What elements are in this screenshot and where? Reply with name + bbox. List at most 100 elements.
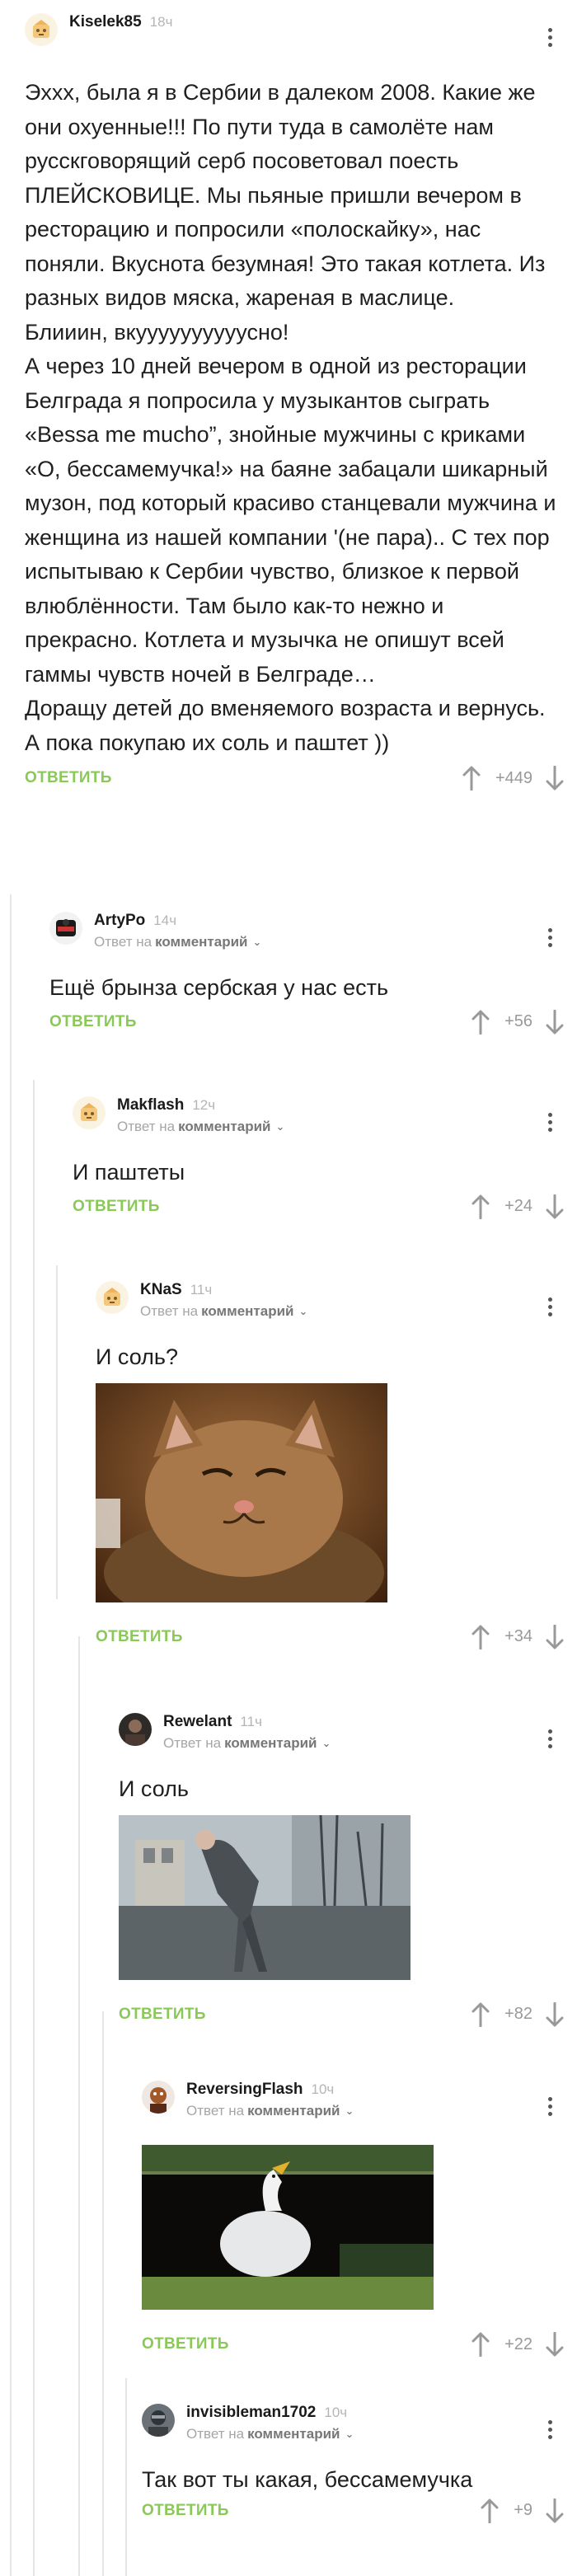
bending-man-image[interactable]: [119, 1814, 410, 1980]
reply-button[interactable]: ОТВЕТИТЬ: [96, 1628, 183, 1646]
rating: +449: [462, 766, 564, 791]
reply-prefix: Ответ на: [117, 1119, 176, 1134]
reply-button[interactable]: ОТВЕТИТЬ: [142, 2502, 229, 2520]
user-photo-icon: [119, 1713, 152, 1746]
arrow-up-icon[interactable]: [471, 2002, 490, 2027]
default-avatar-icon: [104, 1288, 120, 1306]
username[interactable]: Makflash: [117, 1096, 184, 1114]
arrow-up-icon[interactable]: [471, 2332, 490, 2357]
parent-comment-link[interactable]: комментарий: [178, 1119, 270, 1135]
comment-meta: Kiselek85 18ч: [69, 10, 172, 31]
arrow-down-icon[interactable]: [546, 2001, 564, 2027]
reply-button[interactable]: ОТВЕТИТЬ: [119, 2006, 206, 2024]
avatar[interactable]: [49, 912, 82, 945]
arrow-down-icon[interactable]: [546, 2498, 564, 2523]
parent-comment-link[interactable]: комментарий: [201, 1303, 293, 1320]
username[interactable]: ReversingFlash: [186, 2081, 303, 2099]
chevron-down-icon[interactable]: ⌄: [275, 1120, 284, 1133]
comment-text: И соль?: [96, 1344, 178, 1369]
avatar[interactable]: [142, 2081, 175, 2114]
kebab-menu-icon[interactable]: [547, 1297, 552, 1316]
comment-meta: ReversingFlash 10ч Ответ на комментарий …: [186, 2077, 354, 2119]
arrow-up-icon[interactable]: [462, 766, 481, 791]
reply-prefix: Ответ на: [186, 2103, 245, 2119]
reply-reference[interactable]: Ответ на комментарий ⌄: [140, 1303, 307, 1320]
user-photo-icon: [142, 2404, 175, 2437]
reply-button[interactable]: ОТВЕТИТЬ: [73, 1198, 160, 1216]
avatar[interactable]: [142, 2404, 175, 2437]
reply-button[interactable]: ОТВЕТИТЬ: [49, 1013, 137, 1031]
kebab-menu-icon[interactable]: [547, 2097, 552, 2116]
kebab-menu-icon[interactable]: [547, 928, 552, 947]
reply-button[interactable]: ОТВЕТИТЬ: [142, 2335, 229, 2353]
arrow-down-icon[interactable]: [546, 1194, 564, 1219]
arrow-up-icon[interactable]: [481, 2499, 499, 2523]
reply-reference[interactable]: Ответ на комментарий ⌄: [163, 1735, 331, 1752]
kebab-menu-icon[interactable]: [547, 2420, 552, 2439]
thread-line: [125, 2378, 127, 2576]
reply-button[interactable]: ОТВЕТИТЬ: [25, 769, 112, 787]
parent-comment-link[interactable]: комментарий: [224, 1735, 317, 1752]
comment-footer: ОТВЕТИТЬ +82: [119, 1998, 577, 2031]
comment-meta: invisibleman1702 10ч Ответ на комментари…: [186, 2400, 354, 2442]
reply-reference[interactable]: Ответ на комментарий ⌄: [186, 2426, 354, 2442]
comment-thread: Kiselek85 18ч Эххх, была я в Сербии в да…: [0, 10, 577, 2523]
comment-text: Эххх, была я в Сербии в далеком 2008. Ка…: [25, 80, 556, 755]
reply-reference[interactable]: Ответ на комментарий ⌄: [117, 1119, 284, 1135]
rating: +82: [471, 2001, 564, 2027]
arrow-down-icon[interactable]: [546, 1009, 564, 1035]
parent-comment-link[interactable]: комментарий: [247, 2426, 340, 2442]
comment: Kiselek85 18ч Эххх, была я в Сербии в да…: [25, 10, 577, 884]
comment-meta: Makflash 12ч Ответ на комментарий ⌄: [117, 1093, 284, 1135]
arrow-up-icon[interactable]: [471, 1010, 490, 1035]
chevron-down-icon[interactable]: ⌄: [321, 1737, 331, 1750]
timestamp: 14ч: [153, 913, 177, 928]
comment: KNaS 11ч Ответ на комментарий ⌄ И соль?: [96, 1278, 577, 1654]
comment: invisibleman1702 10ч Ответ на комментари…: [142, 2400, 577, 2527]
arrow-down-icon[interactable]: [546, 766, 564, 791]
arrow-up-icon[interactable]: [471, 1194, 490, 1219]
comment-footer: ОТВЕТИТЬ +56: [49, 1006, 577, 1039]
timestamp: 10ч: [324, 2405, 348, 2420]
rating-score: +34: [504, 1627, 532, 1645]
chevron-down-icon[interactable]: ⌄: [345, 2428, 354, 2441]
thread-line: [102, 2011, 104, 2576]
thread-line: [78, 1636, 80, 2576]
comment-header: Rewelant 11ч Ответ на комментарий ⌄: [119, 1710, 577, 1751]
username[interactable]: KNaS: [140, 1281, 182, 1299]
rating: +22: [471, 2332, 564, 2357]
kebab-menu-icon[interactable]: [547, 1729, 552, 1748]
reply-reference[interactable]: Ответ на комментарий ⌄: [186, 2103, 354, 2119]
username[interactable]: Kiselek85: [69, 13, 142, 31]
username[interactable]: invisibleman1702: [186, 2404, 316, 2422]
comment-text: И паштеты: [73, 1160, 185, 1185]
chevron-down-icon[interactable]: ⌄: [345, 2104, 354, 2118]
chevron-down-icon[interactable]: ⌄: [298, 1305, 307, 1318]
timestamp: 12ч: [192, 1097, 216, 1113]
comment-footer: ОТВЕТИТЬ +22: [142, 2328, 577, 2361]
arrow-down-icon[interactable]: [546, 1624, 564, 1649]
kebab-menu-icon[interactable]: [547, 28, 552, 47]
arrow-up-icon[interactable]: [471, 1625, 490, 1649]
parent-comment-link[interactable]: комментарий: [155, 934, 247, 950]
comment-text: Ещё брынза сербская у нас есть: [49, 975, 389, 1000]
username[interactable]: ArtyPo: [94, 912, 145, 930]
avatar[interactable]: [119, 1713, 152, 1746]
cat-image[interactable]: [96, 1382, 387, 1602]
avatar[interactable]: [96, 1281, 129, 1314]
arrow-down-icon[interactable]: [546, 2332, 564, 2357]
comment: ReversingFlash 10ч Ответ на комментарий …: [142, 2077, 577, 2361]
rating-score: +449: [495, 768, 532, 787]
kebab-menu-icon[interactable]: [547, 1113, 552, 1132]
default-avatar-icon: [33, 20, 49, 38]
parent-comment-link[interactable]: комментарий: [247, 2103, 340, 2119]
avatar[interactable]: [73, 1096, 106, 1129]
username[interactable]: Rewelant: [163, 1713, 232, 1731]
timestamp: 11ч: [240, 1714, 262, 1729]
chevron-down-icon[interactable]: ⌄: [252, 936, 261, 949]
timestamp: 18ч: [149, 14, 173, 30]
comment-meta: ArtyPo 14ч Ответ на комментарий ⌄: [94, 908, 261, 950]
avatar[interactable]: [25, 13, 58, 46]
reply-reference[interactable]: Ответ на комментарий ⌄: [94, 934, 261, 950]
seagull-image[interactable]: [142, 2145, 434, 2310]
